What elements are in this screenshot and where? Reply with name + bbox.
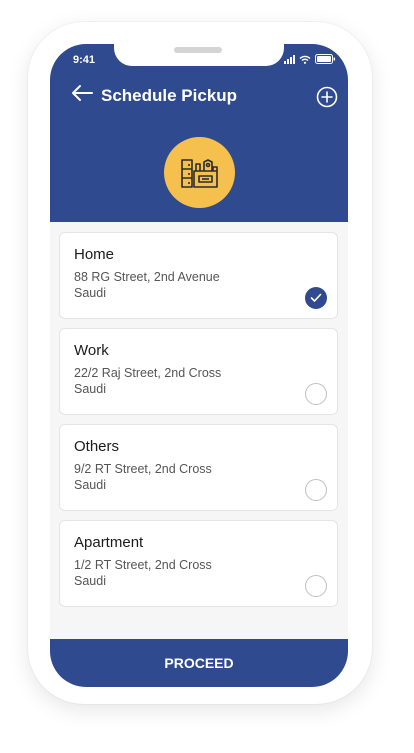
radio-unselected[interactable]: [305, 383, 327, 405]
address-line-2: Saudi: [74, 574, 106, 588]
radio-selected[interactable]: [305, 287, 327, 309]
arrow-left-icon[interactable]: [70, 84, 93, 102]
address-line-1: 88 RG Street, 2nd Avenue: [74, 270, 220, 284]
pickup-badge: [164, 137, 235, 208]
address-line-2: Saudi: [74, 286, 106, 300]
address-line-2: Saudi: [74, 478, 106, 492]
address-card-work[interactable]: Work 22/2 Raj Street, 2nd Cross Saudi: [59, 328, 338, 415]
address-card-home[interactable]: Home 88 RG Street, 2nd Avenue Saudi: [59, 232, 338, 319]
address-label: Home: [74, 246, 115, 263]
proceed-button[interactable]: PROCEED: [50, 639, 348, 687]
app-screen: 9:41 Schedule Pickup Home 88 RG Street, …: [50, 44, 348, 687]
signal-icon: [284, 54, 295, 64]
page-title: Schedule Pickup: [101, 86, 238, 105]
wifi-icon: [299, 55, 311, 64]
address-label: Work: [74, 342, 109, 359]
plus-circle-icon[interactable]: [316, 86, 338, 108]
status-time: 9:41: [73, 54, 96, 66]
address-line-2: Saudi: [74, 382, 106, 396]
address-label: Others: [74, 438, 120, 455]
radio-unselected[interactable]: [305, 575, 327, 597]
address-line-1: 22/2 Raj Street, 2nd Cross: [74, 366, 222, 380]
address-line-1: 9/2 RT Street, 2nd Cross: [74, 462, 212, 476]
status-icons: [284, 54, 336, 64]
battery-icon: [315, 54, 336, 64]
checkmark-icon: [310, 293, 322, 302]
speaker-grille: [174, 47, 222, 53]
radio-unselected[interactable]: [305, 479, 327, 501]
address-line-1: 1/2 RT Street, 2nd Cross: [74, 558, 212, 572]
address-card-others[interactable]: Others 9/2 RT Street, 2nd Cross Saudi: [59, 424, 338, 511]
address-label: Apartment: [74, 534, 144, 551]
device-notch: [114, 44, 284, 66]
furniture-icon: [180, 158, 218, 188]
header: 9:41 Schedule Pickup: [50, 44, 348, 222]
address-card-apartment[interactable]: Apartment 1/2 RT Street, 2nd Cross Saudi: [59, 520, 338, 607]
